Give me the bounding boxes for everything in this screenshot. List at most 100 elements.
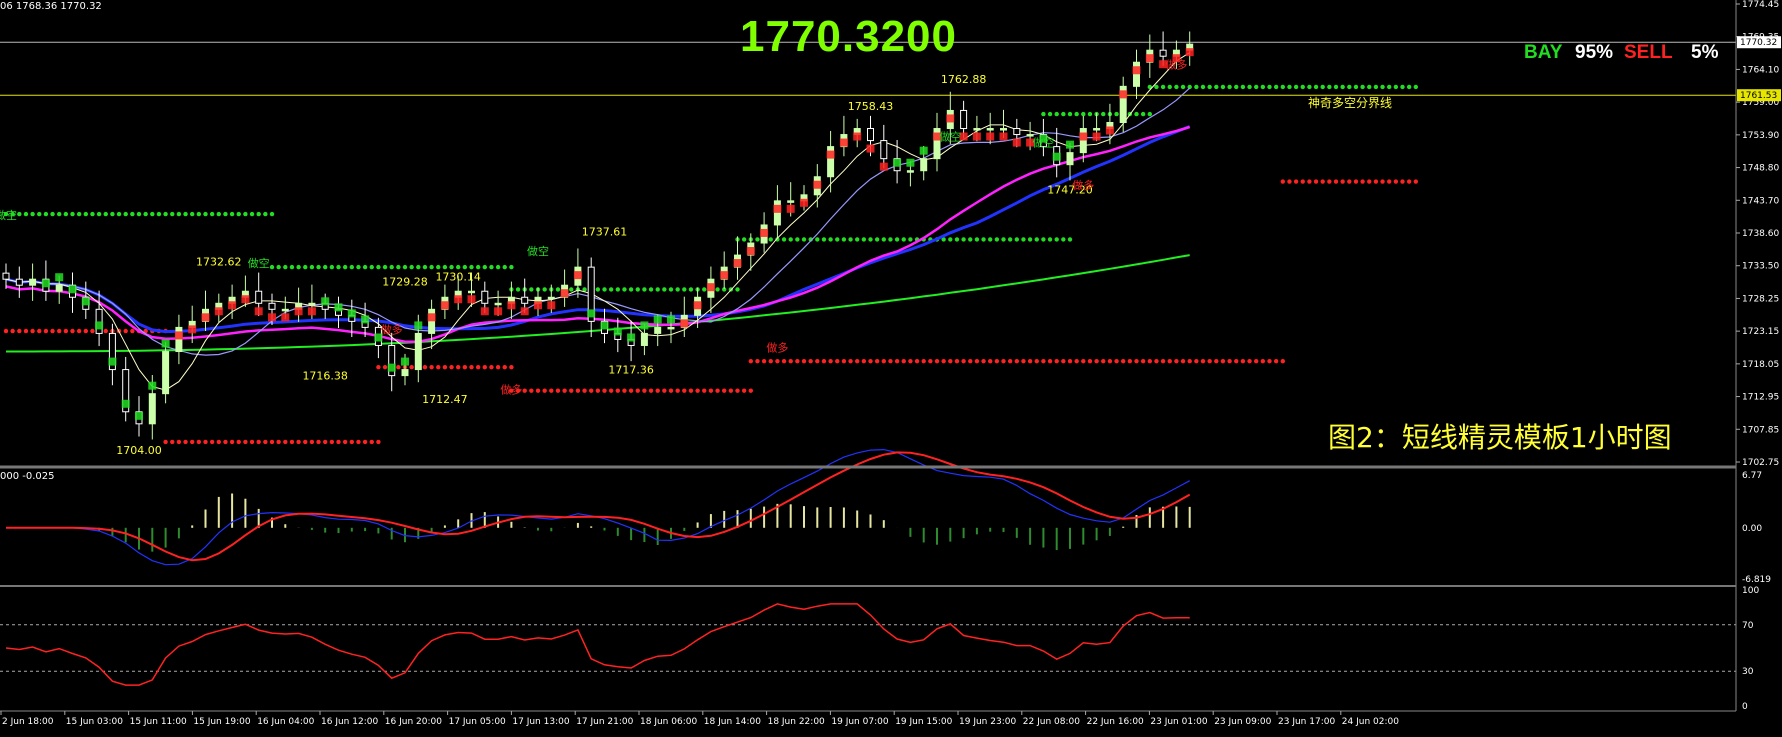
trend-block xyxy=(361,315,370,324)
level-dot xyxy=(342,439,348,445)
candle-body xyxy=(2,272,10,280)
trend-block xyxy=(480,307,489,316)
level-dot xyxy=(808,358,813,364)
level-dot xyxy=(389,264,394,270)
level-dot xyxy=(362,439,368,445)
level-dot xyxy=(57,328,62,334)
trend-block xyxy=(999,132,1008,141)
level-dot xyxy=(276,264,281,270)
level-dot xyxy=(675,388,680,393)
trend-block xyxy=(720,271,729,280)
level-dot xyxy=(1061,237,1066,242)
level-dot xyxy=(981,237,986,242)
level-dot xyxy=(509,264,514,270)
level-dot xyxy=(1081,111,1086,117)
trend-block xyxy=(161,339,170,348)
level-dot xyxy=(974,358,980,364)
level-dot xyxy=(569,287,574,292)
candle-body xyxy=(1066,152,1074,166)
level-dot xyxy=(163,439,168,445)
level-dot xyxy=(1007,237,1013,242)
trend-block xyxy=(826,150,835,159)
time-label: 18 Jun 22:00 xyxy=(768,717,825,727)
time-label: 22 Jun 16:00 xyxy=(1087,717,1144,727)
trend-block xyxy=(1119,90,1128,99)
time-label: 23 Jun 09:00 xyxy=(1214,717,1271,727)
level-dot xyxy=(735,388,740,393)
level-dot xyxy=(1200,84,1206,90)
level-dot xyxy=(542,287,547,292)
time-label: 18 Jun 14:00 xyxy=(704,717,761,727)
level-dot xyxy=(1240,84,1246,90)
level-dot xyxy=(130,211,135,217)
level-dot xyxy=(668,388,674,393)
level-dot xyxy=(868,358,873,364)
level-dot xyxy=(828,237,833,242)
price-tick-label: 1743.70 xyxy=(1742,196,1779,206)
level-dot xyxy=(30,328,35,334)
level-dot xyxy=(761,358,767,364)
level-dot xyxy=(589,388,594,393)
level-dot xyxy=(702,287,707,292)
level-dot xyxy=(748,388,753,393)
level-dot xyxy=(10,328,15,334)
trend-block xyxy=(55,273,64,282)
level-dot xyxy=(1413,179,1419,184)
trend-block xyxy=(201,313,210,322)
candle-body xyxy=(268,302,276,310)
level-dot xyxy=(615,287,620,292)
level-dot xyxy=(1167,84,1172,90)
macd-tick-label: 6.77 xyxy=(1742,471,1762,481)
level-dot xyxy=(276,439,281,445)
level-dot xyxy=(1067,237,1073,242)
candle-body xyxy=(1133,61,1140,87)
level-dot xyxy=(1387,84,1392,90)
level-dot xyxy=(775,358,780,364)
level-dot xyxy=(23,211,29,217)
rsi-tick-label: 70 xyxy=(1742,621,1754,631)
price-annotation: 1758.43 xyxy=(848,100,894,113)
level-dot xyxy=(436,364,441,370)
level-dot xyxy=(203,211,208,217)
trend-block xyxy=(640,321,649,330)
level-dot xyxy=(489,264,494,270)
level-dot xyxy=(1134,111,1139,117)
level-dot xyxy=(569,388,574,393)
level-dot xyxy=(349,264,354,270)
trend-block xyxy=(972,132,981,141)
level-dot xyxy=(1353,84,1359,90)
level-dot xyxy=(888,237,893,242)
trend-block xyxy=(135,411,143,420)
level-dot xyxy=(968,237,973,242)
signal-label: 做多 xyxy=(1165,57,1187,71)
level-dot xyxy=(1014,358,1019,364)
level-dot xyxy=(615,388,620,393)
price-chart[interactable]: 神奇多空分界线 1732.62 1729.28 1730.14 1737.61 1758.… xyxy=(0,0,1782,737)
trend-block xyxy=(268,313,276,322)
time-label: 19 Jun 23:00 xyxy=(959,717,1016,727)
price-tick-label: 1728.25 xyxy=(1742,294,1779,304)
level-dot xyxy=(662,287,667,292)
level-dot xyxy=(602,388,607,393)
candle-body xyxy=(1159,49,1167,57)
level-dot xyxy=(1214,358,1219,364)
level-dot xyxy=(688,388,694,393)
level-dot xyxy=(1087,358,1093,364)
level-dot xyxy=(1220,358,1226,364)
level-dot xyxy=(342,264,348,270)
level-dot xyxy=(123,211,128,217)
level-dot xyxy=(336,264,341,270)
signal-label: 做多 xyxy=(500,383,522,397)
level-dot xyxy=(475,364,481,370)
trend-block xyxy=(680,319,689,328)
trend-block xyxy=(813,180,822,189)
level-dot xyxy=(1360,179,1365,184)
level-dot xyxy=(296,264,301,270)
level-dot xyxy=(1240,358,1246,364)
level-dot xyxy=(1387,179,1392,184)
level-dot xyxy=(1021,358,1026,364)
level-dot xyxy=(1400,84,1405,90)
signal-label: 做空 xyxy=(527,244,549,258)
level-dot xyxy=(768,237,773,242)
level-dot xyxy=(1007,358,1013,364)
